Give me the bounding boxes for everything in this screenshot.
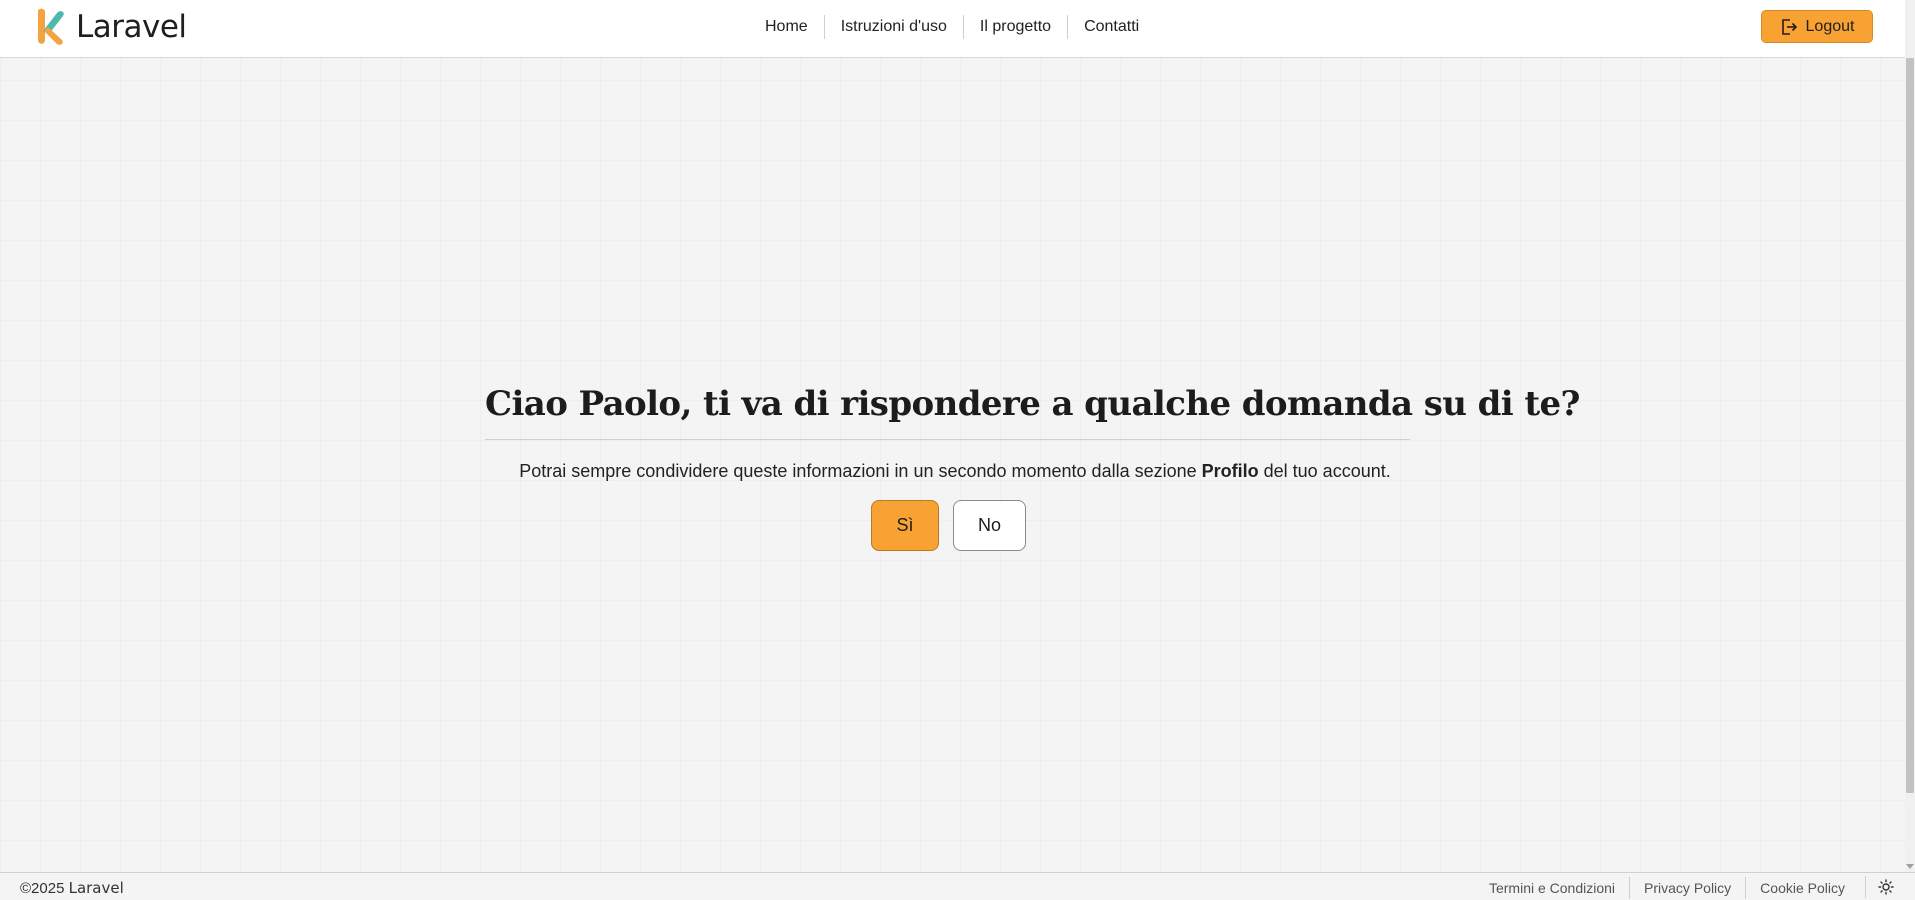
nav-home[interactable]: Home [749,15,824,39]
brand[interactable]: Laravel [34,7,187,47]
logout-button[interactable]: Logout [1761,10,1873,43]
copyright: ©2025 Laravel [20,879,124,898]
site-header: Laravel Home Istruzioni d'uso Il progett… [0,0,1905,58]
info-suffix: del tuo account. [1258,461,1391,481]
logout-label: Logout [1805,17,1855,35]
theme-toggle-button[interactable] [1865,876,1905,898]
brand-name: Laravel [76,9,187,45]
footer-link-terms[interactable]: Termini e Condizioni [1475,877,1629,899]
site-footer: ©2025 Laravel Termini e Condizioni Priva… [0,872,1915,900]
info-text: Potrai sempre condividere queste informa… [400,459,1510,483]
logout-icon [1781,18,1797,35]
nav-contatti[interactable]: Contatti [1067,15,1155,39]
footer-link-privacy[interactable]: Privacy Policy [1629,877,1745,899]
scrollbar-thumb[interactable] [1906,58,1914,793]
main-nav: Home Istruzioni d'uso Il progetto Contat… [749,14,1155,40]
copyright-prefix: ©2025 [20,880,69,897]
nav-istruzioni[interactable]: Istruzioni d'uso [823,15,963,39]
answer-buttons: Sì No [871,500,1026,551]
scroll-down-arrow-icon[interactable] [1906,864,1914,869]
question-prefix: Ciao [485,384,579,424]
nav-progetto[interactable]: Il progetto [962,15,1067,39]
copyright-brand: Laravel [68,879,124,897]
laravel-logo-icon [38,8,64,45]
question-suffix: , ti va di rispondere a qualche domanda … [680,384,1581,424]
onboarding-question: Ciao Paolo, ti va di rispondere a qualch… [485,378,1580,430]
divider [485,439,1410,440]
sun-icon [1877,879,1894,895]
page-scrollbar[interactable] [1905,0,1915,872]
profile-section-name: Profilo [1201,461,1259,481]
user-name: Paolo [578,384,682,424]
info-prefix: Potrai sempre condividere queste informa… [519,461,1202,481]
footer-link-cookie[interactable]: Cookie Policy [1745,877,1859,899]
no-button[interactable]: No [953,500,1026,551]
yes-button[interactable]: Sì [871,500,939,551]
footer-links: Termini e Condizioni Privacy Policy Cook… [1475,877,1859,899]
